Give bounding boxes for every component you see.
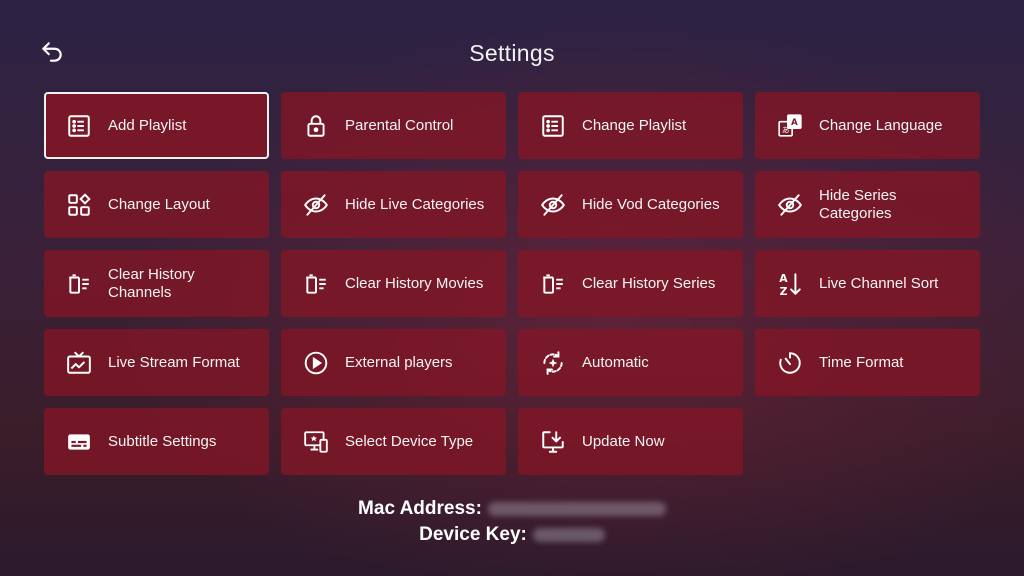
tile-label: Change Language (819, 116, 943, 134)
tile-label: Hide Live Categories (345, 195, 485, 213)
tile-label: Add Playlist (108, 116, 187, 134)
tile-label: Automatic (582, 353, 649, 371)
tile-label: Clear History Movies (345, 274, 484, 292)
tile-label: Clear History Channels (108, 265, 195, 301)
subtitle-settings-button[interactable]: Subtitle Settings (44, 408, 269, 475)
list-icon (540, 113, 566, 139)
delete-list-icon (540, 271, 566, 297)
eye-off-icon (540, 192, 566, 218)
tile-label: Change Layout (108, 195, 210, 213)
tile-label: External players (345, 353, 453, 371)
subtitles-icon (66, 429, 92, 455)
clear-history-channels-button[interactable]: Clear History Channels (44, 250, 269, 317)
auto-icon (540, 350, 566, 376)
lock-icon (303, 113, 329, 139)
list-icon (66, 113, 92, 139)
svg-text:A: A (779, 271, 788, 284)
live-channel-sort-button[interactable]: AZ Live Channel Sort (755, 250, 980, 317)
tile-label: Change Playlist (582, 116, 687, 134)
hide-vod-categories-button[interactable]: Hide Vod Categories (518, 171, 743, 238)
download-icon (540, 429, 566, 455)
device-info: Mac Address: Device Key: (0, 496, 1024, 548)
update-now-button[interactable]: Update Now (518, 408, 743, 475)
mac-address-value-redacted (487, 502, 666, 516)
mac-address-label: Mac Address: (358, 498, 482, 519)
add-playlist-button[interactable]: Add Playlist (44, 92, 269, 159)
play-circle-icon (303, 350, 329, 376)
layout-icon (66, 192, 92, 218)
device-key-label: Device Key: (419, 524, 527, 545)
eye-off-icon (777, 192, 803, 218)
automatic-button[interactable]: Automatic (518, 329, 743, 396)
tile-label: Hide Vod Categories (582, 195, 720, 213)
external-players-button[interactable]: External players (281, 329, 506, 396)
page-title: Settings (469, 40, 555, 66)
timer-icon (777, 350, 803, 376)
tile-label: Update Now (582, 432, 665, 450)
tv-icon (66, 350, 92, 376)
hide-series-categories-button[interactable]: Hide Series Categories (755, 171, 980, 238)
select-device-type-button[interactable]: Select Device Type (281, 408, 506, 475)
delete-list-icon (303, 271, 329, 297)
change-playlist-button[interactable]: Change Playlist (518, 92, 743, 159)
sort-az-icon: AZ (777, 271, 803, 297)
clear-history-series-button[interactable]: Clear History Series (518, 250, 743, 317)
tile-label: Time Format (819, 353, 904, 371)
tile-label: Parental Control (345, 116, 454, 134)
change-language-button[interactable]: Aあ Change Language (755, 92, 980, 159)
tile-label: Clear History Series (582, 274, 716, 292)
tile-label: Hide Series Categories (819, 186, 897, 222)
time-format-button[interactable]: Time Format (755, 329, 980, 396)
device-key-value-redacted (532, 528, 605, 542)
clear-history-movies-button[interactable]: Clear History Movies (281, 250, 506, 317)
delete-list-icon (66, 271, 92, 297)
translate-icon: Aあ (777, 113, 803, 139)
devices-icon (303, 429, 329, 455)
settings-grid: Add Playlist Parental Control Change Pla… (44, 92, 980, 475)
svg-text:Z: Z (780, 284, 788, 296)
tile-label: Select Device Type (345, 432, 474, 450)
parental-control-button[interactable]: Parental Control (281, 92, 506, 159)
change-layout-button[interactable]: Change Layout (44, 171, 269, 238)
tile-label: Live Stream Format (108, 353, 240, 371)
tile-label: Subtitle Settings (108, 432, 217, 450)
svg-text:あ: あ (782, 125, 790, 134)
hide-live-categories-button[interactable]: Hide Live Categories (281, 171, 506, 238)
eye-off-icon (303, 192, 329, 218)
tile-label: Live Channel Sort (819, 274, 939, 292)
live-stream-format-button[interactable]: Live Stream Format (44, 329, 269, 396)
svg-text:A: A (791, 117, 798, 127)
